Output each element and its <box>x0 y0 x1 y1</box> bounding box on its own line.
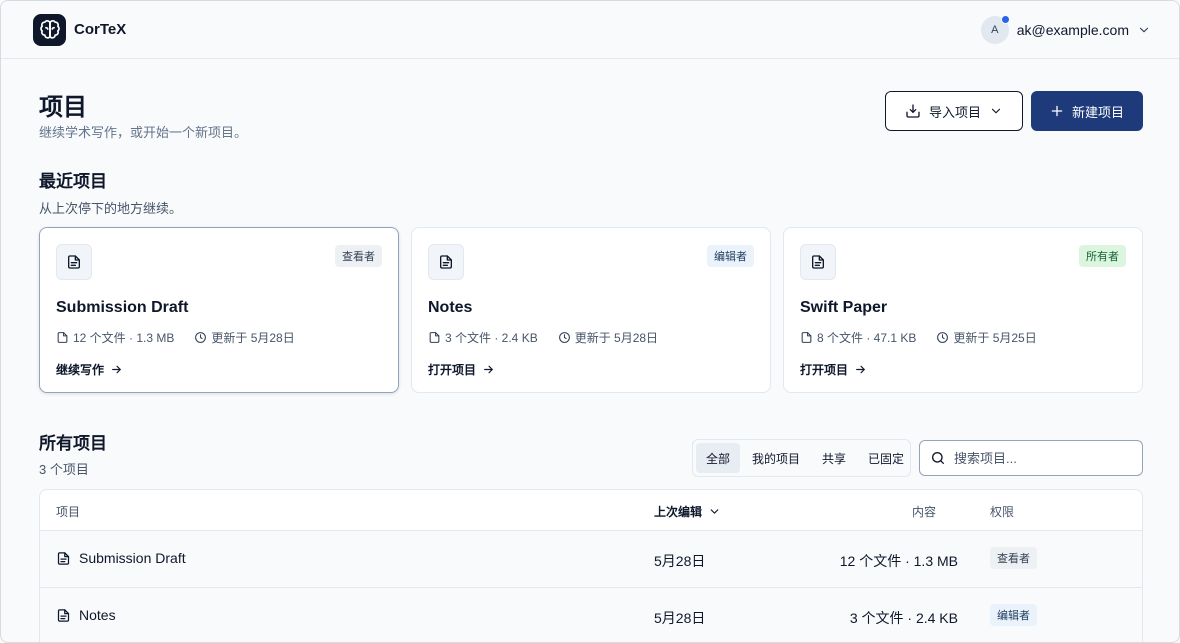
chevron-down-icon <box>1139 27 1149 33</box>
document-icon <box>57 551 70 565</box>
card-meta: 12 个文件 · 1.3 MB 更新于 5月28日 <box>56 329 295 346</box>
row-permission: 查看者 <box>990 547 1037 569</box>
app-name: CorTeX <box>74 21 127 38</box>
column-header-permission[interactable]: 权限 <box>990 503 1014 520</box>
column-header-content[interactable]: 内容 <box>912 503 936 520</box>
row-project-name: Submission Draft <box>79 550 186 566</box>
arrow-right-icon <box>112 365 121 374</box>
role-badge: 编辑者 <box>707 245 754 267</box>
row-last-edited: 5月28日 <box>654 610 706 626</box>
card-updated: 更新于 5月25日 <box>953 331 1037 345</box>
chevron-down-icon <box>991 108 1001 114</box>
plus-icon <box>1051 105 1063 117</box>
projects-table: 项目 上次编辑 内容 权限 Submission Draft 5月28日 12 … <box>39 489 1143 642</box>
avatar[interactable]: A <box>980 15 1010 44</box>
page-subtitle: 继续学术写作，或开始一个新项目。 <box>39 125 248 140</box>
page-title: 项目 <box>39 94 87 121</box>
card-meta: 3 个文件 · 2.4 KB 更新于 5月28日 <box>428 329 658 346</box>
recent-project-card[interactable]: 所有者 Swift Paper 8 个文件 · 47.1 KB 更新于 5月25… <box>783 227 1143 393</box>
card-updated: 更新于 5月28日 <box>574 331 659 345</box>
notification-dot-icon <box>1000 15 1010 24</box>
top-bar: CorTeX A ak@example.com <box>1 1 1179 59</box>
sort-chevron-down-icon <box>710 509 719 514</box>
card-files: 12 个文件 · 1.3 MB <box>73 331 175 345</box>
column-header-last-edited-label: 上次编辑 <box>654 505 703 519</box>
app-window: CorTeX A ak@example.com 项目 继续学术写作，或开始一个新… <box>0 0 1180 643</box>
card-action-link[interactable]: 继续写作 <box>56 361 123 378</box>
new-project-button[interactable]: 新建项目 <box>1031 91 1143 131</box>
clock-icon <box>558 332 570 343</box>
card-action-link[interactable]: 打开项目 <box>800 361 867 378</box>
all-projects-title: 所有项目 <box>39 434 107 453</box>
card-title: Swift Paper <box>800 299 888 316</box>
card-updated: 更新于 5月28日 <box>211 331 295 345</box>
card-action-label: 继续写作 <box>56 363 105 377</box>
document-icon <box>428 244 464 280</box>
card-title: Notes <box>428 299 473 316</box>
role-badge: 所有者 <box>1079 245 1126 267</box>
arrow-right-icon <box>484 365 493 374</box>
search-icon <box>932 452 944 464</box>
filter-tab-all[interactable]: 全部 <box>696 443 741 473</box>
arrow-right-icon <box>856 365 865 374</box>
row-last-edited: 5月28日 <box>654 553 706 569</box>
import-label: 导入项目 <box>928 104 981 120</box>
filter-tab-mine[interactable]: 我的项目 <box>742 443 810 473</box>
user-menu[interactable]: A ak@example.com <box>980 15 1151 45</box>
search-box <box>919 440 1143 476</box>
clock-icon <box>937 332 949 343</box>
filter-tab-shared[interactable]: 共享 <box>812 443 856 473</box>
row-permission: 编辑者 <box>990 604 1037 626</box>
table-header: 项目 上次编辑 内容 权限 <box>40 490 1142 531</box>
card-action-label: 打开项目 <box>428 363 477 377</box>
recent-section-subtitle: 从上次停下的地方继续。 <box>39 201 183 216</box>
card-meta: 8 个文件 · 47.1 KB 更新于 5月25日 <box>800 329 1037 346</box>
recent-project-card[interactable]: 查看者 Submission Draft 12 个文件 · 1.3 MB 更新于… <box>39 227 399 393</box>
filter-tab-pinned[interactable]: 已固定 <box>858 443 914 473</box>
table-row[interactable]: Notes 5月28日 3 个文件 · 2.4 KB 编辑者 <box>40 588 1142 642</box>
card-action-link[interactable]: 打开项目 <box>428 361 495 378</box>
column-header-last-edited[interactable]: 上次编辑 <box>654 503 721 520</box>
document-icon <box>800 244 836 280</box>
user-email: ak@example.com <box>1016 22 1129 38</box>
recent-section-title: 最近项目 <box>39 172 107 191</box>
file-icon <box>801 332 812 343</box>
document-icon <box>57 608 70 622</box>
card-files: 3 个文件 · 2.4 KB <box>445 331 538 345</box>
document-icon <box>56 244 92 280</box>
search-input[interactable] <box>954 450 1124 466</box>
role-badge: 查看者 <box>990 547 1037 569</box>
brain-logo-icon[interactable] <box>33 14 66 46</box>
clock-icon <box>195 332 207 343</box>
file-icon <box>429 332 440 343</box>
card-action-label: 打开项目 <box>800 363 849 377</box>
row-name-cell: Notes <box>56 607 116 623</box>
avatar-initial: A <box>991 24 999 36</box>
import-icon <box>906 104 920 118</box>
role-badge: 查看者 <box>335 245 382 267</box>
row-project-name: Notes <box>79 607 116 623</box>
card-files: 8 个文件 · 47.1 KB <box>817 331 917 345</box>
row-content: 3 个文件 · 2.4 KB <box>849 610 958 626</box>
card-title: Submission Draft <box>56 299 189 316</box>
column-header-project[interactable]: 项目 <box>56 503 80 520</box>
table-row[interactable]: Submission Draft 5月28日 12 个文件 · 1.3 MB 查… <box>40 531 1142 588</box>
recent-project-card[interactable]: 编辑者 Notes 3 个文件 · 2.4 KB 更新于 5月28日 打开项目 <box>411 227 771 393</box>
row-name-cell: Submission Draft <box>56 550 186 566</box>
import-project-button[interactable]: 导入项目 <box>885 91 1023 131</box>
file-icon <box>57 332 68 343</box>
project-filter-tabs: 全部 我的项目 共享 已固定 <box>692 439 911 477</box>
row-content: 12 个文件 · 1.3 MB <box>839 553 958 569</box>
new-project-label: 新建项目 <box>1071 104 1124 120</box>
project-count: 3 个项目 <box>39 462 89 477</box>
role-badge: 编辑者 <box>990 604 1037 626</box>
